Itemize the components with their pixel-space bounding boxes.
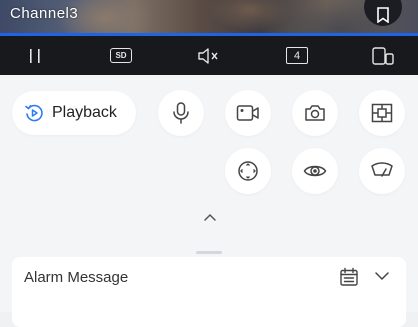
quality-button[interactable]: SD <box>106 36 136 75</box>
multi-view-icon <box>371 103 393 123</box>
record-button[interactable] <box>225 90 271 136</box>
snapshot-button[interactable] <box>292 90 338 136</box>
device-switch-icon <box>371 46 395 65</box>
channel-label: Channel3 <box>10 5 79 22</box>
microphone-icon <box>171 102 191 124</box>
camera-video-feed[interactable]: Channel3 <box>0 0 418 36</box>
device-switch-button[interactable] <box>368 36 398 75</box>
alarm-message-card[interactable]: Alarm Message <box>12 257 406 327</box>
playback-button[interactable]: Playback <box>12 91 136 135</box>
privacy-view-button[interactable] <box>292 148 338 194</box>
drag-handle[interactable] <box>196 251 222 254</box>
pause-button[interactable] <box>22 36 48 75</box>
mute-icon <box>197 47 221 65</box>
alarm-message-title: Alarm Message <box>24 269 129 286</box>
player-control-bar: SD 4 <box>0 36 418 75</box>
wiper-icon <box>370 161 394 181</box>
split-screen-button[interactable]: 4 <box>282 36 312 75</box>
bookmark-button[interactable] <box>364 0 402 26</box>
chevron-up-icon <box>203 213 217 222</box>
camera-icon <box>304 104 326 122</box>
multi-view-button[interactable] <box>359 90 405 136</box>
wiper-button[interactable] <box>359 148 405 194</box>
bookmark-icon <box>376 7 390 23</box>
collapse-button[interactable] <box>200 210 220 224</box>
playback-label: Playback <box>52 104 117 121</box>
chevron-down-icon[interactable] <box>374 269 390 283</box>
playback-icon <box>24 103 44 123</box>
quality-badge: SD <box>110 48 132 63</box>
talk-button[interactable] <box>158 90 204 136</box>
mute-button[interactable] <box>194 36 224 75</box>
split-count-badge: 4 <box>286 47 308 64</box>
control-panel: Playback Alarm Message <box>0 75 418 327</box>
eye-icon <box>303 162 327 180</box>
record-icon <box>236 104 260 122</box>
pause-icon <box>28 48 42 64</box>
calendar-icon[interactable] <box>339 267 359 287</box>
ptz-button[interactable] <box>225 148 271 194</box>
ptz-icon <box>237 160 259 182</box>
